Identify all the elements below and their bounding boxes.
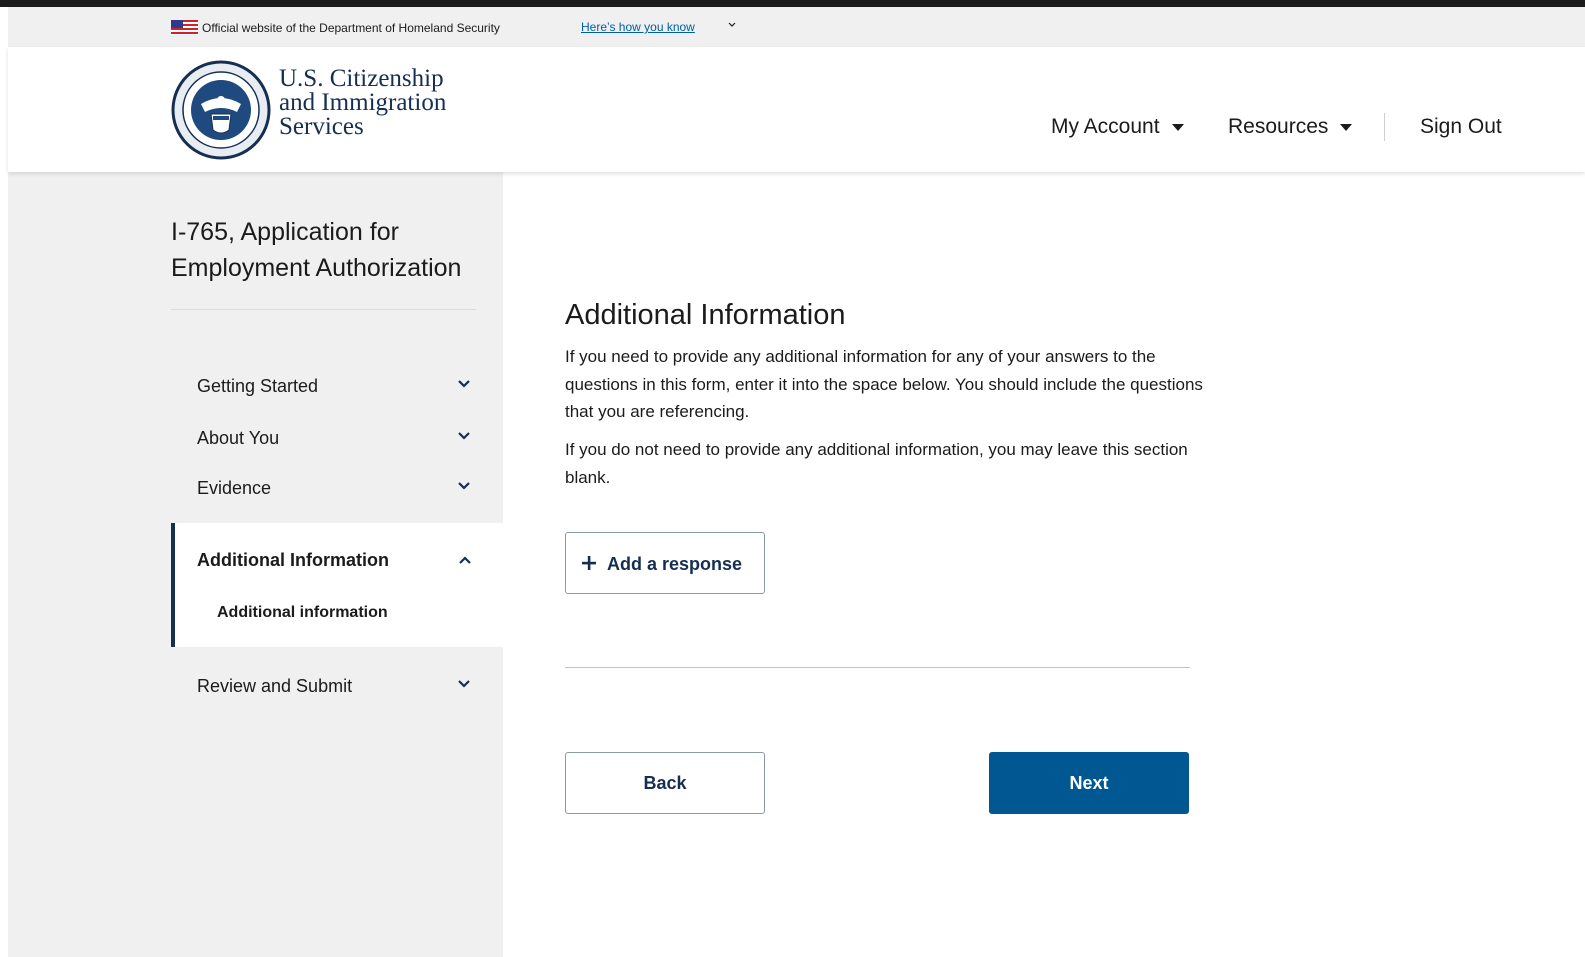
agency-name-line2: and Immigration xyxy=(279,89,447,116)
sidebar-item-label: Evidence xyxy=(197,478,272,498)
left-strip xyxy=(0,7,8,957)
page-title: Additional Information xyxy=(565,299,846,331)
optional-note-paragraph: If you do not need to provide any additi… xyxy=(565,440,1188,487)
chevron-up-icon xyxy=(459,556,471,564)
sidebar: I-765, Application for Employment Author… xyxy=(8,172,507,957)
my-account-menu[interactable]: My Account xyxy=(1051,113,1184,141)
resources-menu[interactable]: Resources xyxy=(1228,113,1353,141)
caret-down-icon xyxy=(1171,123,1184,131)
add-response-label: Add a response xyxy=(607,554,743,574)
sidebar-item-review-and-submit[interactable]: Review and Submit xyxy=(171,664,476,704)
sidebar-item-getting-started[interactable]: Getting Started xyxy=(171,364,476,404)
nav-divider xyxy=(1384,113,1385,141)
back-button[interactable]: Back xyxy=(565,752,765,814)
gov-banner-text: Official website of the Department of Ho… xyxy=(202,21,500,35)
agency-name[interactable]: U.S. Citizenship and Immigration Service… xyxy=(279,65,509,140)
sidebar-subitem-additional-information[interactable]: Additional information xyxy=(217,602,388,624)
sidebar-item-label: Additional Information xyxy=(197,550,389,570)
sidebar-item-additional-information[interactable]: Additional Information Additional inform… xyxy=(171,523,507,647)
chevron-down-icon xyxy=(458,482,470,490)
sidebar-item-label: About You xyxy=(197,428,280,448)
plus-icon xyxy=(582,556,596,570)
sidebar-item-label: Review and Submit xyxy=(197,676,353,696)
sidebar-item-about-you[interactable]: About You xyxy=(171,416,476,456)
top-border xyxy=(0,0,1585,7)
us-flag-icon xyxy=(171,20,198,35)
sidebar-item-label: Getting Started xyxy=(197,376,319,396)
section-divider xyxy=(565,667,1190,668)
resources-label: Resources xyxy=(1228,115,1329,138)
add-response-button[interactable]: Add a response xyxy=(565,532,765,594)
chevron-down-icon[interactable] xyxy=(726,18,738,32)
agency-name-line1: U.S. Citizenship xyxy=(279,65,444,92)
next-button[interactable]: Next xyxy=(989,752,1189,814)
gov-banner: Official website of the Department of Ho… xyxy=(8,7,1585,47)
dhs-seal-icon[interactable] xyxy=(171,58,271,162)
caret-down-icon xyxy=(1340,123,1353,131)
my-account-label: My Account xyxy=(1051,115,1160,138)
chevron-down-icon xyxy=(458,680,470,688)
sign-out-link[interactable]: Sign Out xyxy=(1420,113,1502,141)
sidebar-divider xyxy=(171,309,476,310)
heres-how-you-know-link[interactable]: Here’s how you know xyxy=(581,19,695,35)
chevron-down-icon xyxy=(458,432,470,440)
chevron-down-icon xyxy=(458,380,470,388)
form-title: I-765, Application for Employment Author… xyxy=(171,218,462,282)
instructions-paragraph: If you need to provide any additional in… xyxy=(565,347,1203,421)
agency-name-line3: Services xyxy=(279,113,364,140)
sidebar-item-evidence[interactable]: Evidence xyxy=(171,466,476,506)
site-header: U.S. Citizenship and Immigration Service… xyxy=(8,47,1585,172)
